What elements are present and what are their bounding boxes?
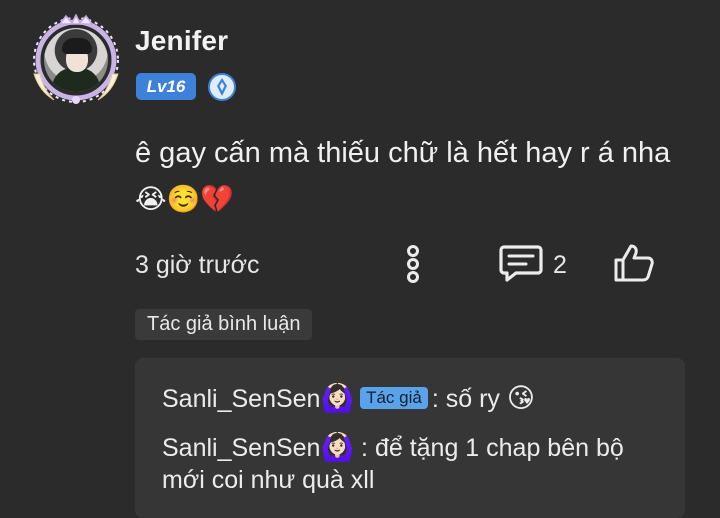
comment-emojis: 😭☺️💔 [135,184,234,215]
comment-body: ê gay cấn mà thiếu chữ là hết hay r á nh… [135,137,671,169]
comment-text: ê gay cấn mà thiếu chữ là hết hay r á nh… [135,130,695,223]
reply-count[interactable]: 2 [553,251,567,280]
level-badge: Lv16 [136,73,196,100]
avatar-photo [44,28,108,92]
reply-text: : số ry [431,385,500,413]
more-vertical-icon[interactable] [400,245,426,283]
reply-username[interactable]: Sanli_SenSen [162,385,320,413]
comment-time: 3 giờ trước [135,251,260,279]
message-icon[interactable] [498,244,544,282]
author-comment-tag: Tác giả bình luận [135,309,313,340]
username[interactable]: Jenifer [135,25,228,57]
reply-item[interactable]: Sanli_SenSen🙆🏻‍♀️ : để tặng 1 chap bên b… [162,432,662,496]
reply-name-emoji: 🙆🏻‍♀️ [320,383,355,414]
rank-badge-icon [208,73,236,101]
avatar[interactable] [30,14,122,106]
reply-username[interactable]: Sanli_SenSen [162,434,320,462]
thumbs-up-icon[interactable] [612,242,656,284]
author-badge: Tác giả [360,387,428,409]
reply-emoji: 😘 [506,383,536,414]
reply-name-emoji: 🙆🏻‍♀️ [320,432,355,463]
reply-item[interactable]: Sanli_SenSen🙆🏻‍♀️ Tác giả: số ry 😘 [162,383,662,415]
replies-box[interactable]: Sanli_SenSen🙆🏻‍♀️ Tác giả: số ry 😘 Sanli_… [135,358,685,518]
